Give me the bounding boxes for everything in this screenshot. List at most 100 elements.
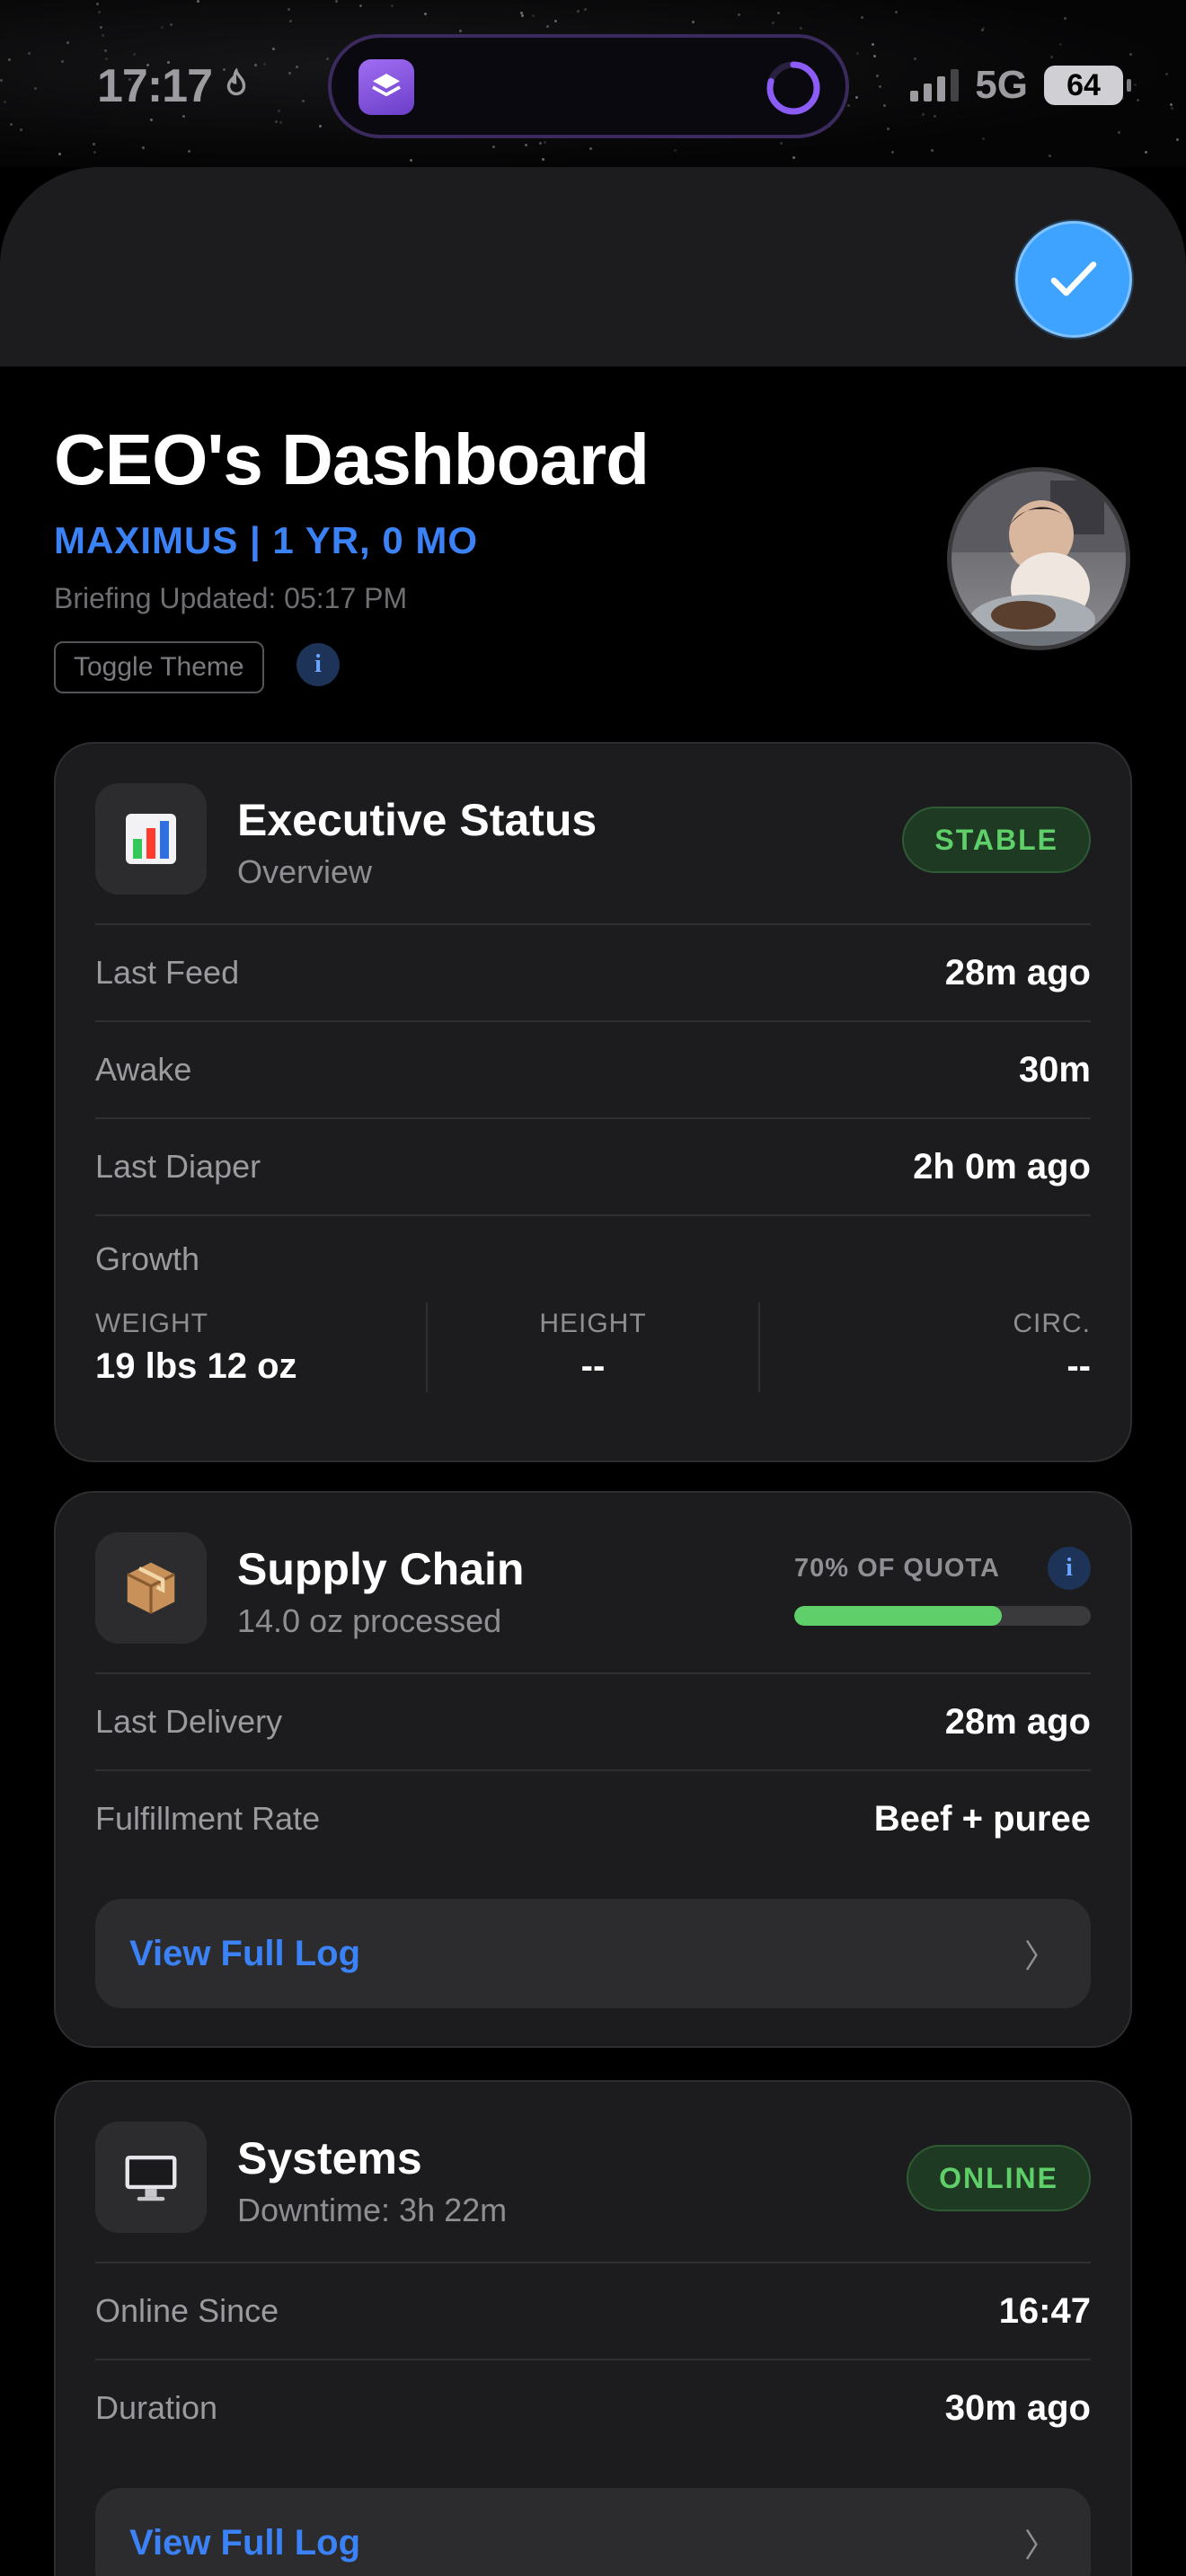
star-dot: [922, 113, 925, 116]
star-dot: [982, 137, 985, 140]
metric-value: --: [1067, 1345, 1091, 1386]
status-indicators: 5G 64: [910, 63, 1131, 108]
checkmark-icon: [1050, 261, 1097, 296]
stat-row-last-delivery: Last Delivery 28m ago: [95, 1672, 1091, 1769]
quota-info-button[interactable]: i: [1048, 1547, 1091, 1590]
star-dot: [275, 120, 278, 123]
star-dot: [879, 85, 881, 88]
stat-label: Last Diaper: [95, 1148, 261, 1185]
star-dot: [20, 128, 22, 131]
star-dot: [895, 11, 898, 13]
star-dot: [182, 115, 185, 118]
star-dot: [1064, 17, 1067, 20]
systems-card: Systems Downtime: 3h 22m ONLINE Online S…: [54, 2080, 1132, 2576]
star-dot: [521, 14, 524, 17]
star-dot: [1171, 107, 1173, 110]
star-dot: [263, 63, 266, 66]
star-dot: [1129, 53, 1132, 56]
star-dot: [777, 12, 780, 14]
growth-circumference: CIRC. --: [758, 1302, 1091, 1392]
progress-ring-icon: [766, 61, 820, 115]
star-dot: [914, 57, 916, 60]
quota-meter: 70% OF QUOTA i: [794, 1547, 1091, 1626]
quota-progress-bar: [794, 1606, 1091, 1626]
star-dot: [800, 27, 802, 30]
growth-weight: WEIGHT 19 lbs 12 oz: [95, 1302, 426, 1392]
info-button[interactable]: i: [296, 643, 340, 686]
star-dot: [887, 128, 890, 130]
view-full-log-button[interactable]: View Full Log 〉: [95, 1899, 1091, 2008]
star-dot: [34, 87, 37, 90]
status-bar: 17:17 5G 64: [0, 0, 1186, 167]
star-dot: [1137, 99, 1139, 101]
star-dot: [197, 0, 199, 3]
star-dot: [4, 101, 6, 103]
card-subtitle: 14.0 oz processed: [237, 1602, 502, 1639]
stat-label: Last Delivery: [95, 1703, 283, 1740]
computer-icon: [95, 2122, 207, 2233]
stat-label: Awake: [95, 1051, 192, 1088]
metric-label: WEIGHT: [95, 1308, 208, 1338]
signal-icon: [910, 69, 960, 101]
battery-icon: 64: [1044, 66, 1131, 105]
star-dot: [296, 66, 298, 68]
view-full-log-button[interactable]: View Full Log 〉: [95, 2488, 1091, 2576]
star-dot: [1170, 103, 1173, 106]
avatar[interactable]: [947, 467, 1130, 650]
card-subtitle: Overview: [237, 853, 373, 890]
metric-label: CIRC.: [1013, 1308, 1091, 1338]
star-dot: [326, 57, 329, 60]
battery-level: 64: [1067, 67, 1101, 102]
status-badge: ONLINE: [907, 2145, 1091, 2211]
star-dot: [150, 119, 153, 121]
star-dot: [891, 151, 894, 154]
star-dot: [876, 75, 879, 77]
card-title: Executive Status: [237, 795, 597, 845]
star-dot: [883, 104, 886, 107]
star-dot: [278, 110, 280, 112]
clock-time: 17:17: [97, 60, 213, 112]
clock: 17:17: [97, 59, 252, 113]
star-dot: [459, 30, 462, 32]
chevron-right-icon: 〉: [1023, 2527, 1057, 2563]
star-dot: [772, 22, 774, 24]
dynamic-island[interactable]: [328, 34, 849, 138]
star-dot: [856, 52, 859, 55]
star-dot: [58, 153, 61, 155]
star-dot: [142, 146, 145, 149]
star-dot: [873, 55, 876, 57]
growth-label: Growth: [95, 1240, 200, 1277]
star-dot: [539, 142, 542, 145]
star-dot: [792, 156, 795, 159]
star-dot: [589, 147, 592, 150]
star-dot: [1134, 84, 1137, 86]
card-title: Systems: [237, 2133, 422, 2183]
star-dot: [61, 60, 64, 63]
card-subtitle: Downtime: 3h 22m: [237, 2192, 508, 2228]
layers-app-icon: [358, 59, 414, 115]
star-dot: [532, 14, 535, 17]
star-dot: [934, 115, 936, 118]
star-dot: [279, 121, 282, 124]
status-badge: STABLE: [902, 807, 1091, 873]
stat-value: 28m ago: [944, 952, 1091, 992]
stat-value: 30m ago: [944, 2387, 1091, 2428]
stat-label: Online Since: [95, 2292, 279, 2329]
stat-row-fulfillment-rate: Fulfillment Rate Beef + puree: [95, 1769, 1091, 1866]
star-dot: [0, 79, 3, 82]
star-dot: [254, 64, 257, 66]
supply-chain-card: Supply Chain 14.0 oz processed 70% OF QU…: [54, 1491, 1132, 2048]
star-dot: [424, 13, 427, 15]
toggle-theme-button[interactable]: Toggle Theme: [54, 641, 264, 693]
stat-label: Fulfillment Rate: [95, 1800, 321, 1837]
star-dot: [544, 141, 546, 144]
growth-height: HEIGHT --: [426, 1302, 758, 1392]
quota-progress-fill: [794, 1606, 1002, 1626]
stat-label: Last Feed: [95, 954, 240, 991]
star-dot: [289, 20, 292, 22]
star-dot: [520, 12, 523, 14]
chart-icon: [95, 783, 207, 895]
card-title: Supply Chain: [237, 1544, 525, 1594]
star-dot: [93, 143, 95, 146]
done-button[interactable]: [1015, 221, 1132, 338]
